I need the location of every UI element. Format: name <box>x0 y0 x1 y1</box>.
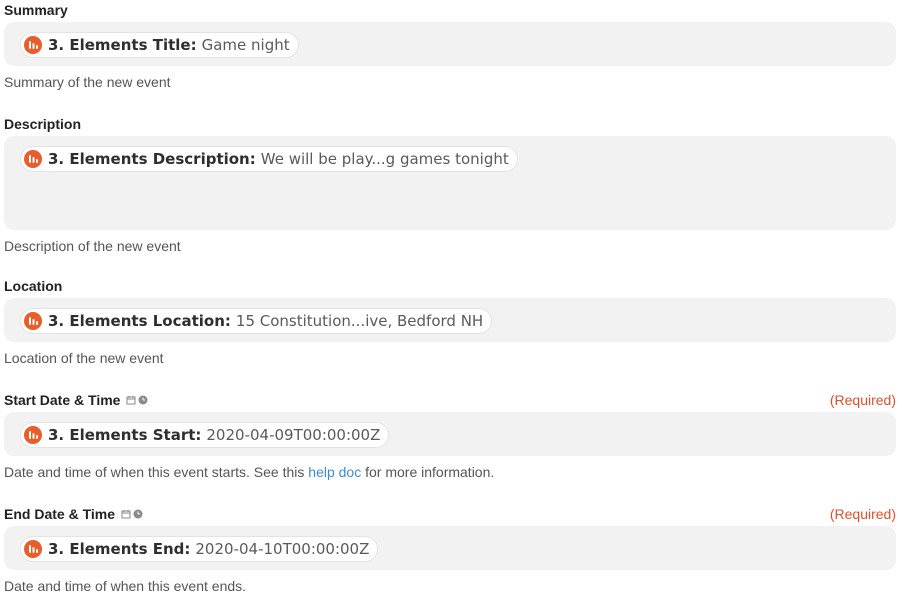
field-location: Location 3. Elements Location: 15 Consti… <box>4 276 896 366</box>
help-text-after: for more information. <box>361 464 495 480</box>
required-indicator: (Required) <box>829 506 896 522</box>
mapped-value-pill[interactable]: 3. Elements Description: We will be play… <box>20 146 518 172</box>
step-label: 3. Elements End: <box>48 540 191 558</box>
description-input[interactable]: 3. Elements Description: We will be play… <box>4 136 896 230</box>
elements-app-icon <box>24 312 42 330</box>
field-label: Start Date & Time <box>4 392 148 408</box>
field-label: Location <box>4 278 63 294</box>
field-help-text: Summary of the new event <box>4 74 171 90</box>
field-label: End Date & Time <box>4 506 143 522</box>
help-text-before: Date and time of when this event starts.… <box>4 464 309 480</box>
mapped-value-pill[interactable]: 3. Elements Title: Game night <box>20 32 299 58</box>
field-help-text: Location of the new event <box>4 350 164 366</box>
field-label: Summary <box>4 2 68 18</box>
step-label: 3. Elements Location: <box>48 312 231 330</box>
step-label: 3. Elements Description: <box>48 150 256 168</box>
mapped-value-pill[interactable]: 3. Elements End: 2020-04-10T00:00:00Z <box>20 536 379 562</box>
calendar-icon <box>126 396 136 405</box>
step-value: 2020-04-10T00:00:00Z <box>195 540 370 558</box>
field-end-date-time: End Date & Time (Required) 3. Elements E… <box>4 504 896 594</box>
location-input[interactable]: 3. Elements Location: 15 Constitution...… <box>4 298 896 342</box>
field-help-text: Description of the new event <box>4 238 181 254</box>
calendar-icon <box>121 510 131 519</box>
field-label-text: End Date & Time <box>4 506 115 522</box>
step-value: 15 Constitution...ive, Bedford NH <box>235 312 484 330</box>
step-label: 3. Elements Title: <box>48 36 197 54</box>
end-date-time-input[interactable]: 3. Elements End: 2020-04-10T00:00:00Z <box>4 526 896 570</box>
mapped-value-pill[interactable]: 3. Elements Start: 2020-04-09T00:00:00Z <box>20 422 390 448</box>
help-doc-link[interactable]: help doc <box>308 464 361 480</box>
field-label-text: Start Date & Time <box>4 392 121 408</box>
clock-icon <box>133 509 143 519</box>
step-value: We will be play...g games tonight <box>260 150 509 168</box>
clock-icon <box>138 395 148 405</box>
elements-app-icon <box>24 150 42 168</box>
field-help-text: Date and time of when this event ends. <box>4 578 247 594</box>
required-indicator: (Required) <box>829 392 896 408</box>
field-help-text: Date and time of when this event starts.… <box>4 464 896 480</box>
step-value: 2020-04-09T00:00:00Z <box>206 426 381 444</box>
field-start-date-time: Start Date & Time (Required) 3. Elements… <box>4 390 896 480</box>
field-description: Description 3. Elements Description: We … <box>4 114 896 254</box>
field-summary: Summary 3. Elements Title: Game night Su… <box>4 0 896 90</box>
elements-app-icon <box>24 36 42 54</box>
elements-app-icon <box>24 426 42 444</box>
field-label: Description <box>4 116 82 132</box>
mapped-value-pill[interactable]: 3. Elements Location: 15 Constitution...… <box>20 308 493 334</box>
step-value: Game night <box>201 36 290 54</box>
elements-app-icon <box>24 540 42 558</box>
start-date-time-input[interactable]: 3. Elements Start: 2020-04-09T00:00:00Z <box>4 412 896 456</box>
summary-input[interactable]: 3. Elements Title: Game night <box>4 22 896 66</box>
step-label: 3. Elements Start: <box>48 426 202 444</box>
